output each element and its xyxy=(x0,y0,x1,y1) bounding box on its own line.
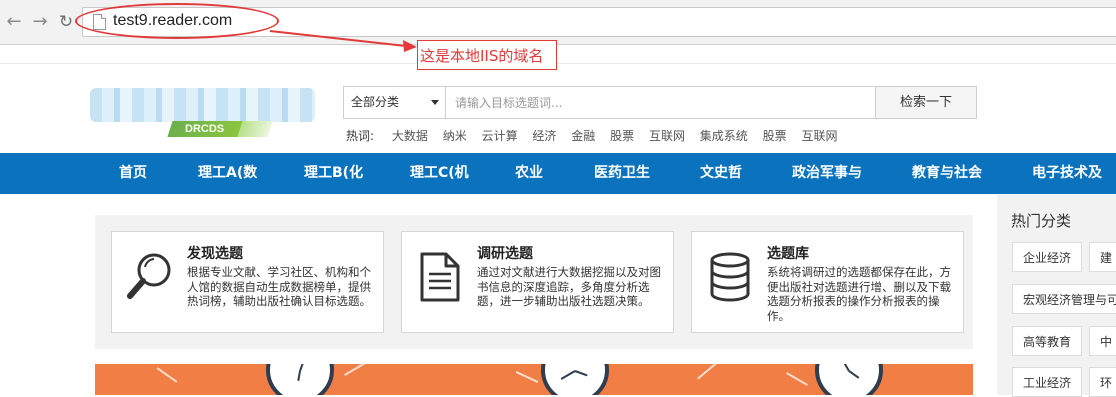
divider xyxy=(0,63,1116,64)
main-nav: 首页 理工A(数 理工B(化 理工C(机 农业 医药卫生 文史哲 政治军事与 教… xyxy=(0,153,1116,194)
nav-item[interactable]: 理工C(机 xyxy=(410,153,469,194)
nav-item[interactable]: 文史哲 xyxy=(700,153,742,194)
sidebar-title: 热门分类 xyxy=(1011,212,1072,230)
annotation-arrow xyxy=(269,30,417,52)
hot-keyword[interactable]: 互联网 xyxy=(801,129,837,143)
decor-dash xyxy=(515,371,539,383)
magnifier-icon xyxy=(127,253,171,299)
hot-keyword[interactable]: 金融 xyxy=(571,129,595,143)
category-tag[interactable]: 建 xyxy=(1089,242,1116,272)
decor-dash xyxy=(697,364,717,380)
category-tag[interactable]: 中 xyxy=(1089,326,1116,356)
promo-banner: 93 93 93 xyxy=(95,364,973,395)
feature-title: 发现选题 xyxy=(187,246,243,262)
feature-title: 调研选题 xyxy=(477,246,533,262)
search-input[interactable] xyxy=(447,87,877,118)
category-tag[interactable]: 环 xyxy=(1089,367,1116,397)
search-bar: 全部分类 检索一下 xyxy=(343,86,977,119)
clock-icon: 93 xyxy=(266,364,334,395)
hot-keywords: 热词: 大数据 纳米 云计算 经济 金融 股票 互联网 集成系统 股票 互联网 xyxy=(346,127,848,144)
nav-item[interactable]: 电子技术及 xyxy=(1032,153,1102,194)
nav-item[interactable]: 医药卫生 xyxy=(594,153,650,194)
feature-title: 选题库 xyxy=(767,246,809,262)
hot-label: 热词: xyxy=(346,129,375,143)
annotation-label: 这是本地IIS的域名 xyxy=(417,40,557,70)
feature-desc: 系统将调研过的选题都保存在此，方便出版社对选题进行增、删以及下载选题分析报表的操… xyxy=(767,265,951,323)
hot-keyword[interactable]: 大数据 xyxy=(392,129,428,143)
feature-card-discover[interactable]: 发现选题 根据专业文献、学习社区、机构和个人馆的数据自动生成数据榜单，提供热词榜… xyxy=(111,231,384,333)
database-icon xyxy=(710,252,750,302)
chevron-down-icon xyxy=(431,100,439,105)
hot-keyword[interactable]: 互联网 xyxy=(649,129,685,143)
decor-dash xyxy=(786,372,808,386)
decor-dash xyxy=(344,364,366,376)
category-tag[interactable]: 工业经济 xyxy=(1012,367,1082,397)
clock-icon: 93 xyxy=(815,364,883,395)
search-category-select[interactable]: 全部分类 xyxy=(344,87,446,118)
nav-item[interactable]: 理工B(化 xyxy=(304,153,363,194)
feature-card-research[interactable]: 调研选题 通过对文献进行大数据挖掘以及对图书信息的深度追踪，多角度分析选题，进一… xyxy=(401,231,674,333)
hot-keyword[interactable]: 经济 xyxy=(532,129,556,143)
hot-keyword[interactable]: 股票 xyxy=(610,129,634,143)
logo-badge: DRCDS xyxy=(167,121,243,137)
nav-item[interactable]: 政治军事与 xyxy=(792,153,862,194)
nav-item[interactable]: 农业 xyxy=(515,153,543,194)
hot-keyword[interactable]: 云计算 xyxy=(482,129,518,143)
hot-keyword[interactable]: 股票 xyxy=(763,129,787,143)
nav-item[interactable]: 教育与社会 xyxy=(912,153,982,194)
search-button[interactable]: 检索一下 xyxy=(875,87,976,118)
category-tag[interactable]: 高等教育 xyxy=(1012,326,1082,356)
feature-desc: 通过对文献进行大数据挖掘以及对图书信息的深度追踪，多角度分析选题，进一步辅助出版… xyxy=(477,265,661,308)
nav-item[interactable]: 理工A(数 xyxy=(198,153,257,194)
hot-keyword[interactable]: 集成系统 xyxy=(700,129,748,143)
hot-keyword[interactable]: 纳米 xyxy=(443,129,467,143)
feature-panel: 发现选题 根据专业文献、学习社区、机构和个人馆的数据自动生成数据榜单，提供热词榜… xyxy=(95,215,973,349)
document-icon xyxy=(420,252,460,302)
feature-card-library[interactable]: 选题库 系统将调研过的选题都保存在此，方便出版社对选题进行增、删以及下载选题分析… xyxy=(691,231,964,333)
clock-icon: 93 xyxy=(541,364,609,395)
logo-swoosh xyxy=(237,121,273,137)
site-logo[interactable] xyxy=(90,88,315,122)
nav-item-home[interactable]: 首页 xyxy=(119,153,147,194)
feature-desc: 根据专业文献、学习社区、机构和个人馆的数据自动生成数据榜单，提供热词榜，辅助出版… xyxy=(187,265,371,308)
hot-category-sidebar: 热门分类 企业经济 建 宏观经济管理与可 高等教育 中 工业经济 环 xyxy=(997,195,1116,397)
category-tag[interactable]: 宏观经济管理与可 xyxy=(1012,284,1116,314)
decor-dash xyxy=(156,367,178,383)
category-tag[interactable]: 企业经济 xyxy=(1012,242,1082,272)
